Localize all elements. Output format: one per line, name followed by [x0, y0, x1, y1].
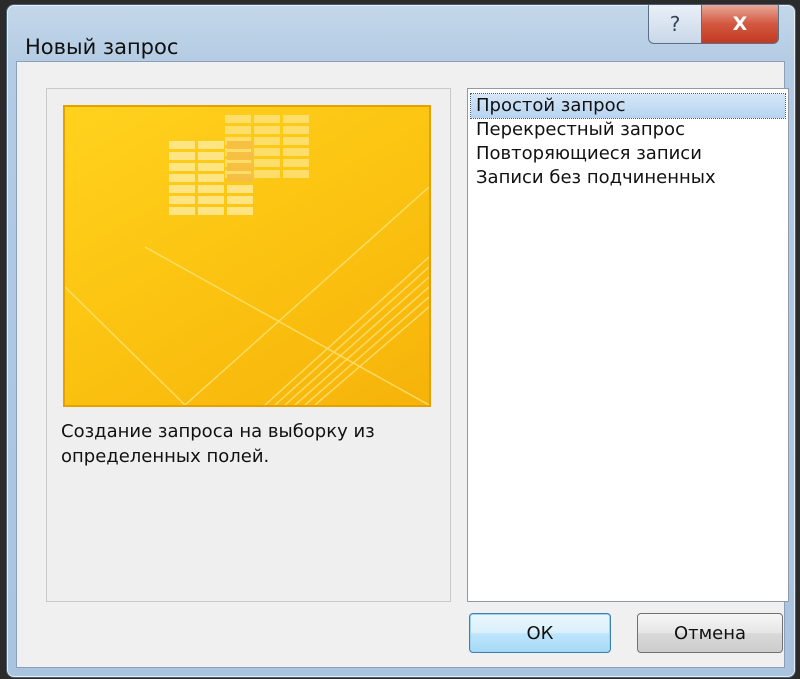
dialog-title: Новый запрос — [25, 35, 179, 59]
title-bar-buttons: ? X — [648, 5, 779, 44]
ok-button[interactable]: ОК — [469, 613, 611, 653]
query-wizard-illustration-icon — [65, 115, 429, 405]
help-icon: ? — [669, 12, 681, 36]
description-panel: Создание запроса на выборку из определен… — [46, 88, 451, 602]
wizard-preview-image — [63, 105, 431, 407]
list-item-unmatched-records[interactable]: Записи без подчиненных — [471, 166, 785, 190]
list-item-duplicate-records[interactable]: Повторяющиеся записи — [471, 142, 785, 166]
list-item-simple-query[interactable]: Простой запрос — [470, 93, 786, 119]
help-button[interactable]: ? — [648, 5, 702, 44]
new-query-dialog: Новый запрос ? X Создание запроса на выб… — [6, 4, 796, 678]
query-type-list[interactable]: Простой запрос Перекрестный запрос Повто… — [467, 88, 789, 602]
close-icon: X — [732, 13, 748, 35]
cancel-button[interactable]: Отмена — [637, 613, 783, 653]
close-button[interactable]: X — [702, 5, 779, 44]
query-description: Создание запроса на выборку из определен… — [61, 421, 375, 467]
dialog-body: Создание запроса на выборку из определен… — [16, 61, 789, 668]
list-item-crosstab-query[interactable]: Перекрестный запрос — [471, 118, 785, 142]
